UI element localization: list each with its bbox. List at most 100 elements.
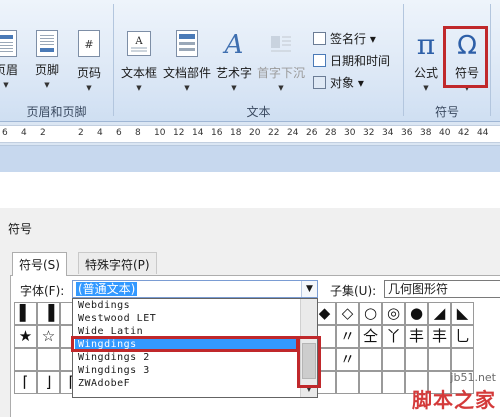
font-option[interactable]: ZWAdobeF <box>75 378 299 390</box>
drop-cap-button[interactable]: 首字下沉 ▼ <box>255 30 307 92</box>
ruler-tick-label: 18 <box>230 128 242 138</box>
date-time-label: 日期和时间 <box>330 54 391 68</box>
chevron-down-icon[interactable]: ▼ <box>301 281 317 297</box>
ruler-tick-label: 42 <box>458 128 470 138</box>
symbol-cell[interactable] <box>359 348 382 371</box>
subset-combobox[interactable]: 几何图形符 <box>384 280 500 298</box>
group-label-text: 文本 <box>246 105 271 119</box>
signature-line-button[interactable]: 签名行 ▾ <box>313 30 376 47</box>
ruler-numbers: 6 4 2 2 4 6 8 10 12 14 16 18 20 22 24 26 28 30 32 34 36 38 40 4… <box>0 126 500 142</box>
header-label: 页眉 <box>0 63 18 77</box>
object-icon <box>313 76 326 89</box>
document-page[interactable] <box>0 172 500 208</box>
object-button[interactable]: 对象 ▾ <box>313 74 364 91</box>
text-box-button[interactable]: A 文本框 ▼ <box>118 30 160 92</box>
object-label: 对象 ▾ <box>330 76 364 90</box>
group-separator <box>490 4 491 116</box>
quick-parts-button[interactable]: 文档部件 ▼ <box>162 30 212 92</box>
footer-label: 页脚 <box>34 63 59 77</box>
header-button[interactable]: 页眉 ▼ <box>0 30 24 89</box>
chevron-down-icon: ▼ <box>136 84 142 92</box>
symbol-cell[interactable] <box>405 348 428 371</box>
symbol-cell[interactable] <box>428 348 451 371</box>
symbol-cell[interactable]: 丰 <box>428 325 451 348</box>
svg-text:A: A <box>223 30 244 57</box>
symbol-cell[interactable]: ◢ <box>428 302 451 325</box>
group-label-symbols: 符号 <box>434 105 459 119</box>
symbol-button-highlight <box>443 26 488 88</box>
ruler-tick-label: 2 <box>78 128 84 138</box>
ruler-tick-label: 6 <box>2 128 8 138</box>
equation-button[interactable]: π 公式 ▼ <box>408 28 444 92</box>
font-combobox[interactable]: (普通文本) ▼ <box>72 280 318 298</box>
ruler-tick-label: 4 <box>21 128 27 138</box>
group-separator <box>113 4 114 116</box>
symbol-cell[interactable]: ▌ <box>14 302 37 325</box>
text-box-icon: A <box>118 30 160 60</box>
group-separator <box>403 4 404 116</box>
ruler-tick-label: 32 <box>363 128 375 138</box>
symbol-cell[interactable] <box>37 348 60 371</box>
symbol-cell[interactable] <box>14 348 37 371</box>
symbol-cell[interactable]: ▐ <box>37 302 60 325</box>
ruler-tick-label: 34 <box>382 128 394 138</box>
font-option[interactable]: Westwood LET <box>75 313 299 325</box>
symbol-cell[interactable]: 丰 <box>405 325 428 348</box>
horizontal-ruler[interactable]: 6 4 2 2 4 6 8 10 12 14 16 18 20 22 24 26 28 30 32 34 36 38 40 4… <box>0 122 500 146</box>
symbol-cell[interactable]: 乚 <box>451 325 474 348</box>
text-box-label: 文本框 <box>120 66 157 80</box>
font-label: 字体(F): <box>20 284 65 298</box>
symbol-cell[interactable]: ● <box>405 302 428 325</box>
equation-pi-icon: π <box>408 28 444 61</box>
page-number-icon: # <box>72 30 106 60</box>
ruler-tick-label: 8 <box>135 128 141 138</box>
font-option[interactable]: Webdings <box>75 300 299 312</box>
symbol-cell[interactable] <box>382 348 405 371</box>
wordart-icon: A <box>213 30 255 60</box>
date-time-button[interactable]: 日期和时间 <box>313 52 390 69</box>
symbol-dialog: 符号 特殊字符(P) 符号(S) 字体(F): (普通文本) ▼ 子集(U): … <box>0 208 500 417</box>
symbol-cell[interactable] <box>451 348 474 371</box>
ruler-tick-label: 40 <box>439 128 451 138</box>
wordart-button[interactable]: A 艺术字 ▼ <box>213 30 255 92</box>
document-margin <box>0 146 500 172</box>
symbol-cell[interactable]: 〃 <box>336 325 359 348</box>
ruler-tick-label: 10 <box>154 128 166 138</box>
chevron-down-icon: ▼ <box>44 81 50 89</box>
symbol-cell[interactable]: ⌋ <box>37 371 60 394</box>
page-number-label: 页码 <box>76 66 101 80</box>
tab-special-characters[interactable]: 特殊字符(P) <box>78 252 157 274</box>
ruler-tick-label: 26 <box>306 128 318 138</box>
ruler-tick-label: 16 <box>211 128 223 138</box>
page-number-button[interactable]: # 页码 ▼ <box>72 30 106 92</box>
symbol-cell[interactable]: 〃 <box>336 348 359 371</box>
symbol-cell[interactable]: 仝 <box>359 325 382 348</box>
symbol-cell[interactable]: ◣ <box>451 302 474 325</box>
selected-font-highlight <box>71 336 299 352</box>
footer-button[interactable]: 页脚 ▼ <box>30 30 64 89</box>
symbol-cell[interactable] <box>382 371 405 394</box>
symbol-cell[interactable]: ◇ <box>336 302 359 325</box>
quick-parts-label: 文档部件 <box>162 66 211 80</box>
wordart-label: 艺术字 <box>215 66 252 80</box>
symbol-cell[interactable]: ◎ <box>382 302 405 325</box>
ruler-tick-label: 22 <box>268 128 280 138</box>
font-option[interactable]: Wingdings 3 <box>75 365 299 377</box>
symbol-cell[interactable]: ★ <box>14 325 37 348</box>
font-combobox-value: (普通文本) <box>76 282 138 296</box>
chevron-down-icon: ▼ <box>423 84 429 92</box>
ruler-tick-label: 20 <box>249 128 261 138</box>
svg-text:#: # <box>84 38 93 51</box>
tab-symbols[interactable]: 符号(S) <box>12 252 67 276</box>
chevron-down-icon: ▼ <box>86 84 92 92</box>
symbol-cell[interactable]: 丫 <box>382 325 405 348</box>
symbol-cell[interactable] <box>359 371 382 394</box>
symbol-cell[interactable]: ☆ <box>37 325 60 348</box>
symbol-cell[interactable]: ⌈ <box>14 371 37 394</box>
font-option[interactable]: Wingdings 2 <box>75 352 299 364</box>
signature-line-label: 签名行 ▾ <box>330 32 376 46</box>
svg-text:π: π <box>417 30 435 57</box>
symbol-cell[interactable] <box>336 371 359 394</box>
symbol-cell[interactable]: ○ <box>359 302 382 325</box>
ruler-tick-label: 6 <box>116 128 122 138</box>
